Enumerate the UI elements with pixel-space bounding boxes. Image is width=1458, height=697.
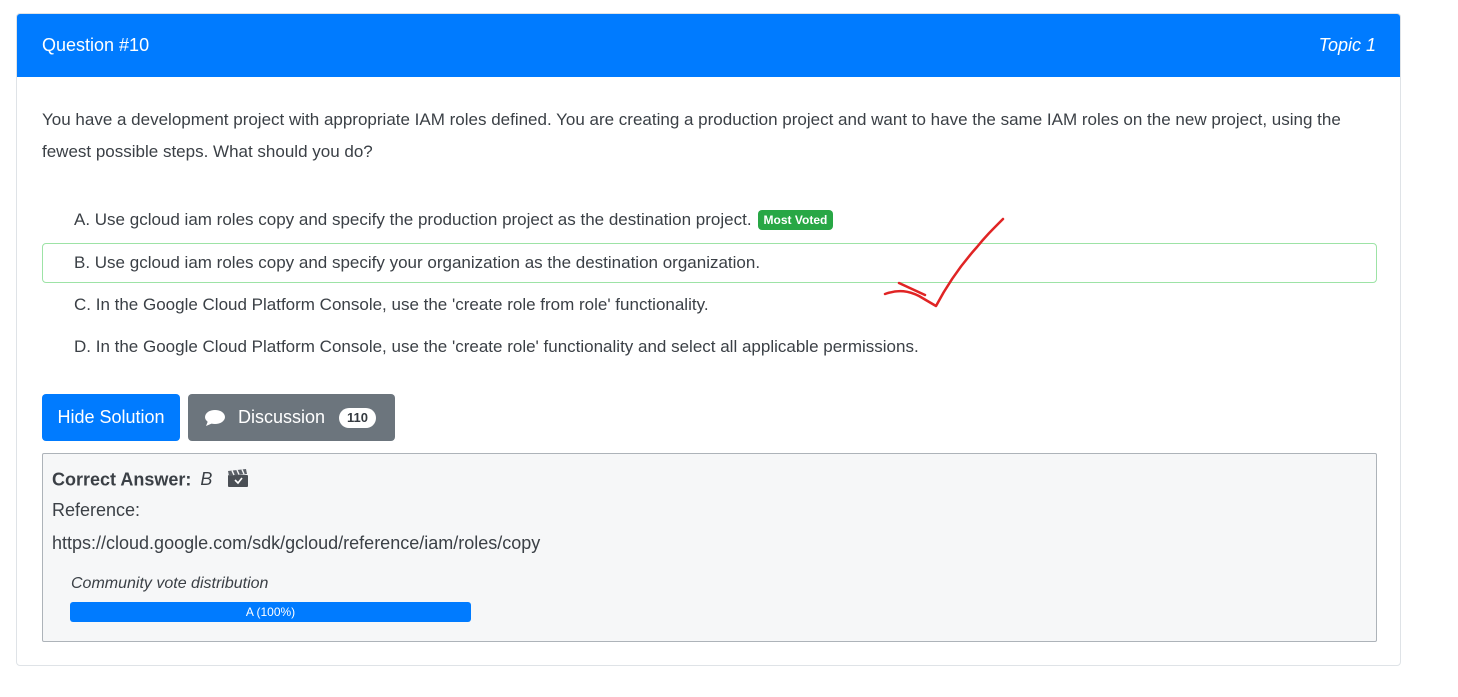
choice-c[interactable]: C. In the Google Cloud Platform Console,… bbox=[42, 285, 1377, 325]
reference-link[interactable]: https://cloud.google.com/sdk/gcloud/refe… bbox=[52, 533, 540, 554]
question-card: Question #10 Topic 1 You have a developm… bbox=[16, 13, 1401, 666]
correct-answer-label: Correct Answer: bbox=[52, 469, 192, 490]
discussion-count-badge: 110 bbox=[339, 407, 377, 428]
choice-a[interactable]: A. Use gcloud iam roles copy and specify… bbox=[42, 200, 1377, 240]
choice-b-label: B. Use gcloud iam roles copy and specify… bbox=[74, 253, 761, 272]
question-number: Question #10 bbox=[42, 35, 150, 55]
choice-a-label: A. Use gcloud iam roles copy and specify… bbox=[74, 210, 752, 229]
choice-c-label: C. In the Google Cloud Platform Console,… bbox=[74, 295, 709, 314]
clapperboard-icon bbox=[227, 468, 249, 493]
vote-bar-segment-a: A (100%) bbox=[70, 602, 471, 622]
vote-distribution-title: Community vote distribution bbox=[71, 575, 269, 592]
topic-label: Topic 1 bbox=[1318, 35, 1376, 55]
reference-label: Reference: bbox=[52, 500, 141, 520]
choice-d[interactable]: D. In the Google Cloud Platform Console,… bbox=[42, 327, 1377, 367]
chat-bubble-icon bbox=[204, 409, 226, 427]
vote-bar-label: A (100%) bbox=[245, 605, 296, 619]
discussion-label: Discussion bbox=[238, 407, 326, 427]
checkmark-annotation-icon bbox=[883, 217, 1005, 308]
choice-d-label: D. In the Google Cloud Platform Console,… bbox=[74, 337, 919, 356]
discussion-button[interactable]: Discussion 110 bbox=[188, 394, 395, 441]
correct-answer-value: B bbox=[200, 469, 213, 490]
vote-distribution-bar: A (100%) bbox=[70, 602, 471, 622]
question-header: Question #10 Topic 1 bbox=[17, 14, 1400, 77]
answer-panel: Correct Answer: B Reference: https://clo… bbox=[42, 453, 1377, 642]
hide-solution-button[interactable]: Hide Solution bbox=[42, 394, 180, 441]
correct-answer-line: Correct Answer: B bbox=[52, 468, 249, 493]
choice-b[interactable]: B. Use gcloud iam roles copy and specify… bbox=[42, 243, 1377, 283]
question-text: You have a development project with appr… bbox=[42, 110, 1341, 161]
hide-solution-label: Hide Solution bbox=[57, 407, 165, 427]
most-voted-badge: Most Voted bbox=[757, 210, 834, 230]
